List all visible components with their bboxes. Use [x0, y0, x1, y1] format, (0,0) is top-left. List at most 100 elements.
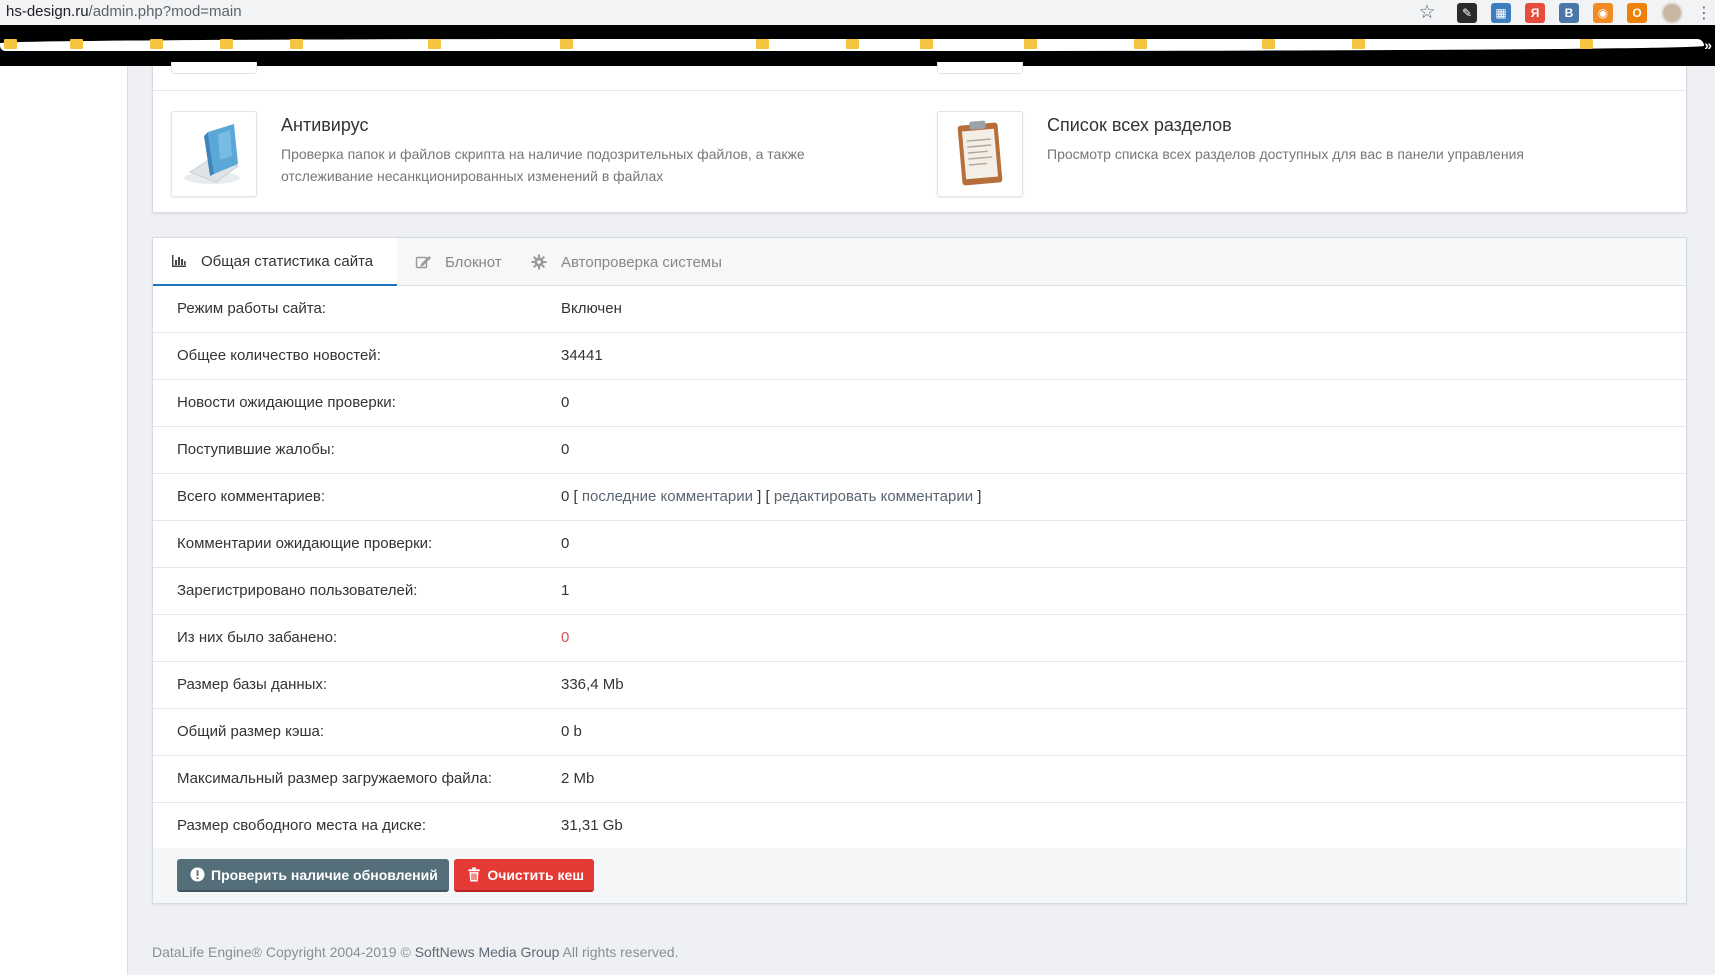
- stat-value: 2 Mb: [561, 770, 595, 787]
- bookmark-star-icon[interactable]: ☆: [1415, 1, 1439, 24]
- bookmark-folder-icon[interactable]: [1134, 39, 1147, 49]
- bookmark-folder-icon[interactable]: [428, 39, 441, 49]
- stat-value: 0: [561, 394, 570, 411]
- bookmark-folder-icon[interactable]: [150, 39, 163, 49]
- clear-cache-button[interactable]: Очистить кеш: [454, 859, 594, 892]
- stat-label: Размер свободного места на диске:: [177, 817, 427, 834]
- stat-value: 0: [561, 441, 570, 458]
- stat-value: 34441: [561, 347, 603, 364]
- copyright-suffix: All rights reserved.: [562, 944, 679, 960]
- bookmark-folder-icon[interactable]: [1352, 39, 1365, 49]
- url-path: /admin.php?mod=main: [88, 3, 242, 20]
- bookmark-folder-icon[interactable]: [846, 39, 859, 49]
- bookmark-folder-icon[interactable]: [70, 39, 83, 49]
- tab-label: Общая статистика сайта: [201, 252, 374, 270]
- stat-value: 0: [561, 535, 570, 552]
- profile-avatar[interactable]: [1661, 1, 1683, 24]
- quick-item-description: Проверка папок и файлов скрипта на налич…: [281, 146, 805, 184]
- panel-actions: Проверить наличие обновлений Очистить ке…: [153, 848, 1686, 903]
- latest-comments-link[interactable]: последние комментарии: [582, 488, 753, 505]
- stat-label: Максимальный размер загружаемого файла:: [177, 770, 492, 787]
- quick-item-title[interactable]: Список всех разделов: [1047, 115, 1232, 136]
- extension-rss-icon[interactable]: ◉: [1593, 2, 1613, 23]
- stat-value-comments: 0 [ последние комментарии ] [ редактиров…: [561, 488, 982, 505]
- bookmark-folder-icon[interactable]: [1262, 39, 1275, 49]
- bookmark-folder-icon[interactable]: [1024, 39, 1037, 49]
- stat-row-site-mode: Режим работы сайта: Включен: [153, 286, 1686, 333]
- tab-label: Блокнот: [445, 253, 502, 271]
- button-label: Проверить наличие обновлений: [211, 866, 438, 883]
- stat-label: Режим работы сайта:: [177, 300, 326, 317]
- stat-label: Общий размер кэша:: [177, 723, 325, 740]
- bookmark-folder-icon[interactable]: [220, 39, 233, 49]
- extension-ok-icon[interactable]: О: [1627, 2, 1647, 23]
- stat-row-news-total: Общее количество новостей: 34441: [153, 333, 1686, 380]
- stat-row-db-size: Размер базы данных: 336,4 Mb: [153, 662, 1686, 709]
- stat-value: 0: [561, 488, 570, 505]
- stat-label: Зарегистрировано пользователей:: [177, 582, 418, 599]
- bookmarks-bar: »: [0, 25, 1715, 66]
- stat-value: 1: [561, 582, 570, 599]
- extension-grid-icon[interactable]: ▦: [1491, 2, 1511, 23]
- previous-item-thumb[interactable]: [937, 62, 1023, 74]
- stat-value: Включен: [561, 300, 622, 317]
- stat-label: Комментарии ожидающие проверки:: [177, 535, 433, 552]
- bookmark-folder-icon[interactable]: [4, 39, 17, 49]
- stat-row-comments-pending: Комментарии ожидающие проверки: 0: [153, 521, 1686, 568]
- extension-yandex-icon[interactable]: Я: [1525, 2, 1545, 23]
- company-link[interactable]: SoftNews Media Group: [415, 944, 560, 960]
- browser-menu-icon[interactable]: ⋮: [1693, 3, 1715, 23]
- stat-label: Новости ожидающие проверки:: [177, 394, 396, 411]
- stat-label: Общее количество новостей:: [177, 347, 381, 364]
- stat-value: 31,31 Gb: [561, 817, 623, 834]
- clipboard-icon[interactable]: [937, 111, 1023, 197]
- stat-row-max-upload: Максимальный размер загружаемого файла: …: [153, 756, 1686, 803]
- stat-value: 0: [561, 629, 570, 646]
- edit-comments-link[interactable]: редактировать комментарии: [774, 488, 973, 505]
- tab-label: Автопроверка системы: [561, 253, 722, 271]
- address-bar[interactable]: hs-design.ru/admin.php?mod=main ☆ ✎ ▦ Я …: [0, 0, 1715, 25]
- url-host: hs-design.ru: [6, 3, 89, 20]
- extension-vk-icon[interactable]: В: [1559, 2, 1579, 23]
- stat-row-users-registered: Зарегистрировано пользователей: 1: [153, 568, 1686, 615]
- stat-label: Размер базы данных:: [177, 676, 328, 693]
- copyright-prefix: DataLife Engine® Copyright 2004-2019 ©: [152, 944, 411, 960]
- stat-value: 0 b: [561, 723, 582, 740]
- bookmarks-overflow-button[interactable]: »: [1704, 37, 1712, 53]
- stat-value: 336,4 Mb: [561, 676, 624, 693]
- stat-row-news-pending: Новости ожидающие проверки: 0: [153, 380, 1686, 427]
- quick-access-panel: Антивирус Проверка папок и файлов скрипт…: [152, 62, 1687, 213]
- exclamation-circle-icon: [189, 867, 205, 883]
- trash-icon: [466, 867, 481, 883]
- divider: [153, 90, 1686, 91]
- stat-label: Всего комментариев:: [177, 488, 326, 505]
- stat-row-comments-total: Всего комментариев: 0 [ последние коммен…: [153, 474, 1686, 521]
- antivirus-icon[interactable]: [171, 111, 257, 197]
- site-statistics-panel: Общая статистика сайта Блокнот Автопрове…: [152, 237, 1687, 904]
- stat-row-cache-size: Общий размер кэша: 0 b: [153, 709, 1686, 756]
- previous-item-thumb[interactable]: [171, 62, 257, 74]
- tab-bar: Общая статистика сайта Блокнот Автопрове…: [153, 238, 1686, 286]
- stat-row-free-disk: Размер свободного места на диске: 31,31 …: [153, 803, 1686, 850]
- copyright-footer: DataLife Engine® Copyright 2004-2019 © S…: [152, 944, 678, 960]
- bookmark-folder-icon[interactable]: [560, 39, 573, 49]
- stat-row-complaints: Поступившие жалобы: 0: [153, 427, 1686, 474]
- tab-system-autocheck[interactable]: Автопроверка системы: [531, 238, 722, 286]
- bookmark-folder-icon[interactable]: [920, 39, 933, 49]
- bookmark-folder-icon[interactable]: [756, 39, 769, 49]
- stat-row-users-banned: Из них было забанено: 0: [153, 615, 1686, 662]
- bookmark-folder-icon[interactable]: [290, 39, 303, 49]
- stat-label: Поступившие жалобы:: [177, 441, 335, 458]
- check-updates-button[interactable]: Проверить наличие обновлений: [177, 859, 449, 892]
- admin-sidebar: [0, 66, 128, 975]
- gear-icon: [531, 254, 547, 270]
- tab-site-statistics[interactable]: Общая статистика сайта: [153, 238, 397, 286]
- tab-notepad[interactable]: Блокнот: [415, 238, 502, 286]
- url-text[interactable]: hs-design.ru/admin.php?mod=main: [6, 3, 242, 20]
- stat-label: Из них было забанено:: [177, 629, 338, 646]
- bookmark-folder-icon[interactable]: [1580, 39, 1593, 49]
- quick-item-description: Просмотр списка всех разделов доступных …: [1047, 146, 1524, 162]
- edit-icon: [415, 254, 431, 270]
- quick-item-title[interactable]: Антивирус: [281, 115, 368, 136]
- extension-pen-icon[interactable]: ✎: [1457, 2, 1477, 23]
